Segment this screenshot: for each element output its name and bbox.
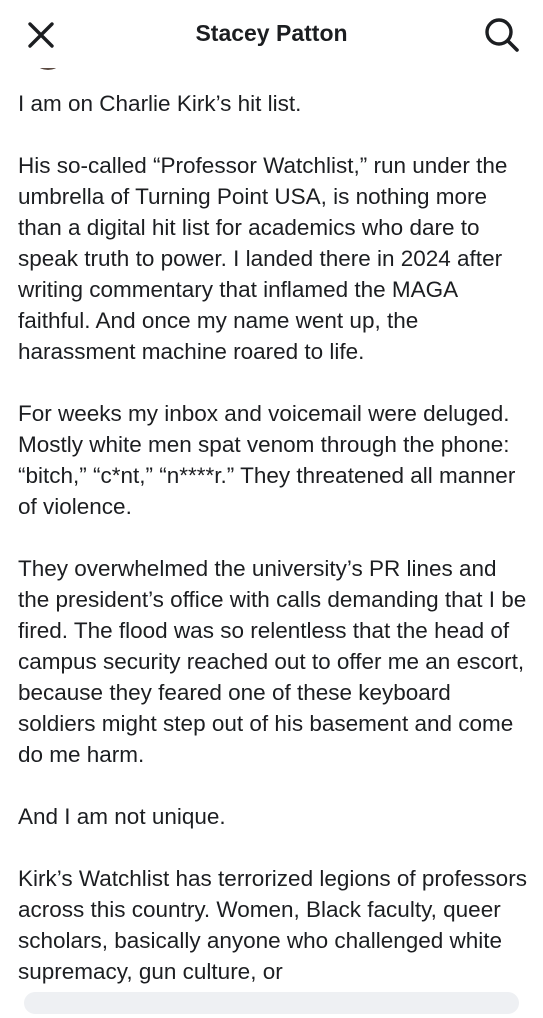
top-bar: Stacey Patton xyxy=(0,0,543,68)
post-paragraph: I am on Charlie Kirk’s hit list. xyxy=(18,91,302,116)
search-icon xyxy=(485,18,519,52)
post-paragraph: Kirk’s Watchlist has terrorized legions … xyxy=(18,866,527,984)
bottom-sheet-handle[interactable] xyxy=(24,992,519,1014)
post-paragraph: For weeks my inbox and voicemail were de… xyxy=(18,401,516,519)
post-paragraph: His so-called “Professor Watchlist,” run… xyxy=(18,153,508,364)
post-paragraph: They overwhelmed the university’s PR lin… xyxy=(18,556,527,767)
post-text: I am on Charlie Kirk’s hit list. His so-… xyxy=(18,88,533,1018)
page-title: Stacey Patton xyxy=(195,20,348,46)
post-paragraph: And I am not unique. xyxy=(18,804,226,829)
search-button[interactable] xyxy=(483,16,521,54)
